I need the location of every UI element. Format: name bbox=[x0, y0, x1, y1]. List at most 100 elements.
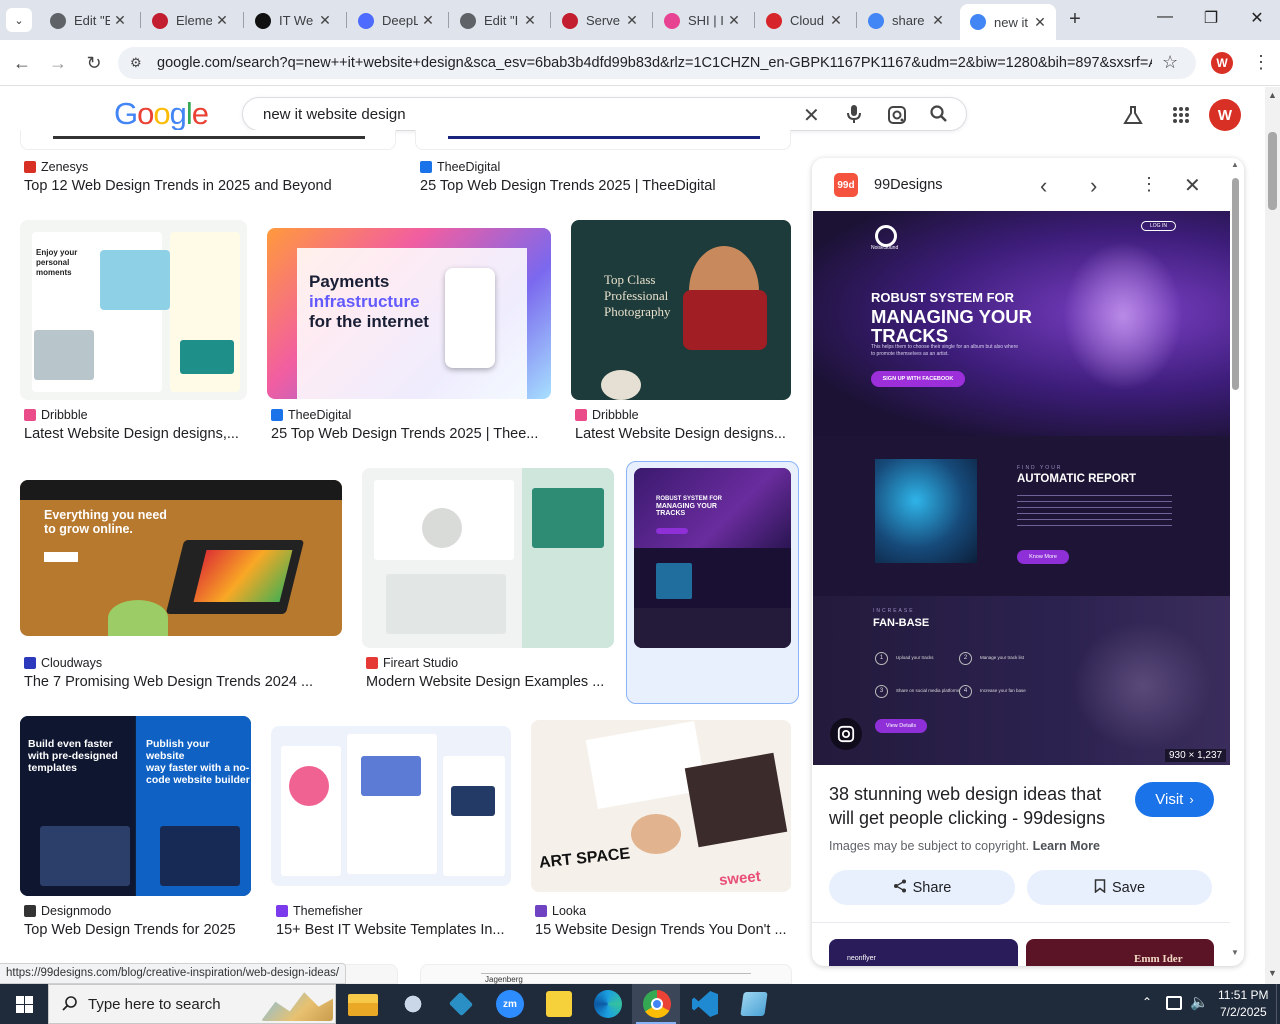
zoom-icon[interactable]: zm bbox=[496, 990, 524, 1018]
result-thumbnail-dribbble-travel[interactable]: Enjoy your personal moments bbox=[20, 220, 247, 400]
panel-scrollbar[interactable] bbox=[1232, 178, 1239, 390]
result-thumbnail[interactable] bbox=[20, 130, 396, 150]
notepad-icon[interactable] bbox=[740, 992, 768, 1016]
browser-tab[interactable]: Eleme ✕ bbox=[142, 5, 238, 36]
show-desktop-button[interactable] bbox=[1276, 984, 1280, 1024]
forward-button[interactable]: → bbox=[46, 51, 70, 75]
close-icon[interactable]: ✕ bbox=[110, 12, 130, 29]
result-source[interactable]: TheeDigital bbox=[271, 408, 351, 422]
result-source[interactable]: Dribbble bbox=[575, 408, 639, 422]
save-button[interactable]: Save bbox=[1027, 870, 1212, 905]
panel-title[interactable]: 38 stunning web design ideas that will g… bbox=[829, 782, 1129, 830]
browser-tab[interactable]: share ✕ bbox=[858, 5, 954, 36]
result-thumbnail-99designs[interactable]: ROBUST SYSTEM FOR MANAGING YOUR TRACKS bbox=[634, 468, 791, 648]
browser-tab[interactable]: Cloud ✕ bbox=[756, 5, 852, 36]
taskbar-date[interactable]: 7/2/2025 bbox=[1220, 1005, 1267, 1019]
browser-tab[interactable]: SHI | I ✕ bbox=[654, 5, 750, 36]
result-source[interactable]: Dribbble bbox=[24, 408, 88, 422]
result-title[interactable]: 15 Website Design Trends You Don't ... bbox=[535, 922, 790, 938]
search-submit-icon[interactable] bbox=[929, 104, 949, 124]
reload-button[interactable]: ↻ bbox=[82, 51, 106, 75]
result-thumbnail-fireart[interactable] bbox=[362, 468, 614, 648]
chrome-icon[interactable] bbox=[643, 990, 671, 1018]
volume-icon[interactable]: 🔈 bbox=[1190, 993, 1209, 1011]
result-thumbnail-cloudways[interactable]: Everything you need to grow online. bbox=[20, 480, 342, 636]
apps-grid-icon[interactable] bbox=[1172, 106, 1190, 124]
bookmark-star-icon[interactable]: ☆ bbox=[1162, 52, 1178, 73]
restore-button[interactable]: ❐ bbox=[1196, 8, 1226, 28]
file-explorer-icon[interactable] bbox=[348, 994, 378, 1016]
network-icon[interactable] bbox=[1166, 996, 1182, 1010]
result-thumbnail-payments[interactable]: Payments infrastructure for the internet bbox=[267, 228, 551, 399]
share-button[interactable]: Share bbox=[829, 870, 1015, 905]
related-image[interactable]: Emm Ider bbox=[1026, 939, 1214, 966]
preview-image[interactable]: NoiseSound LOG IN ROBUST SYSTEM FOR MANA… bbox=[813, 211, 1230, 765]
close-panel-button[interactable]: ✕ bbox=[1184, 173, 1201, 198]
result-thumbnail[interactable]: Jagenberg bbox=[420, 964, 792, 984]
browser-tab[interactable]: new it ✕ bbox=[960, 4, 1056, 40]
result-title[interactable]: Top Web Design Trends for 2025 bbox=[24, 922, 239, 938]
google-logo[interactable]: Google bbox=[114, 96, 209, 132]
result-source[interactable]: Looka bbox=[535, 904, 586, 918]
result-title[interactable]: 25 Top Web Design Trends 2025 | TheeDigi… bbox=[420, 178, 750, 194]
result-title[interactable]: Modern Website Design Examples ... bbox=[366, 674, 611, 690]
result-thumbnail-designmodo[interactable]: Build even faster with pre-designed temp… bbox=[20, 716, 251, 896]
close-icon[interactable]: ✕ bbox=[418, 12, 438, 29]
learn-more-link[interactable]: Learn More bbox=[1033, 839, 1100, 853]
sticky-notes-icon[interactable] bbox=[546, 991, 572, 1017]
back-button[interactable]: ← bbox=[10, 51, 34, 75]
tab-search-button[interactable]: ⌄ bbox=[6, 8, 32, 32]
close-icon[interactable]: ✕ bbox=[1030, 14, 1050, 31]
page-scroll-down[interactable]: ▼ bbox=[1268, 968, 1277, 978]
result-thumbnail-looka[interactable]: ART SPACE sweet bbox=[531, 720, 791, 892]
close-icon[interactable]: ✕ bbox=[826, 12, 846, 29]
taskbar-search-box[interactable]: Type here to search bbox=[48, 984, 336, 1024]
taskbar-time[interactable]: 11:51 PM bbox=[1218, 988, 1268, 1002]
browser-tab[interactable]: IT We ✕ bbox=[245, 5, 341, 36]
clear-search-icon[interactable]: ✕ bbox=[803, 103, 820, 128]
visit-button[interactable]: Visit › bbox=[1135, 782, 1214, 817]
close-icon[interactable]: ✕ bbox=[315, 12, 335, 29]
lens-image-search-button[interactable] bbox=[830, 718, 862, 750]
result-thumbnail-photography[interactable]: Top Class Professional Photography bbox=[571, 220, 791, 400]
start-button[interactable] bbox=[0, 984, 48, 1024]
page-scrollbar-thumb[interactable] bbox=[1268, 132, 1277, 210]
close-icon[interactable]: ✕ bbox=[724, 12, 744, 29]
result-source[interactable]: Cloudways bbox=[24, 656, 102, 670]
result-source[interactable]: Fireart Studio bbox=[366, 656, 458, 670]
browser-tab[interactable]: Edit "E ✕ bbox=[40, 5, 136, 36]
result-title[interactable]: The 7 Promising Web Design Trends 2024 .… bbox=[24, 674, 324, 690]
result-source[interactable]: Themefisher bbox=[276, 904, 362, 918]
labs-flask-icon[interactable] bbox=[1122, 104, 1144, 126]
result-thumbnail[interactable] bbox=[415, 130, 791, 150]
profile-avatar[interactable]: W bbox=[1211, 52, 1233, 74]
site-info-icon[interactable]: ⚙ bbox=[130, 55, 142, 71]
app-icon-diamond[interactable] bbox=[448, 991, 474, 1017]
panel-scroll-up[interactable]: ▲ bbox=[1231, 160, 1239, 169]
voice-search-icon[interactable] bbox=[846, 102, 862, 126]
result-title[interactable]: Latest Website Design designs,... bbox=[24, 426, 244, 442]
close-window-button[interactable]: ✕ bbox=[1242, 8, 1272, 28]
vscode-icon[interactable] bbox=[692, 991, 718, 1017]
lens-search-icon[interactable] bbox=[887, 105, 907, 125]
close-icon[interactable]: ✕ bbox=[928, 12, 948, 29]
result-thumbnail-themefisher[interactable] bbox=[271, 726, 511, 886]
result-source[interactable]: Zenesys bbox=[24, 160, 88, 174]
result-title[interactable]: 15+ Best IT Website Templates In... bbox=[276, 922, 511, 938]
close-icon[interactable]: ✕ bbox=[212, 12, 232, 29]
result-source[interactable]: TheeDigital bbox=[420, 160, 500, 174]
browser-menu-button[interactable]: ⋮ bbox=[1252, 52, 1270, 72]
minimize-button[interactable]: — bbox=[1150, 8, 1180, 26]
search-input[interactable]: new it website design bbox=[263, 106, 406, 123]
previous-image-button[interactable]: ‹ bbox=[1040, 173, 1047, 199]
panel-site-name[interactable]: 99Designs bbox=[874, 177, 943, 193]
panel-scroll-down[interactable]: ▼ bbox=[1231, 948, 1239, 957]
result-title[interactable]: 25 Top Web Design Trends 2025 | Thee... bbox=[271, 426, 541, 442]
related-image[interactable]: neonflyer bbox=[829, 939, 1018, 966]
next-image-button[interactable]: › bbox=[1090, 173, 1097, 199]
page-scroll-up[interactable]: ▲ bbox=[1268, 90, 1277, 100]
browser-tab[interactable]: DeepL ✕ bbox=[348, 5, 444, 36]
browser-tab[interactable]: Serve ✕ bbox=[552, 5, 648, 36]
app-icon-bird[interactable] bbox=[398, 990, 428, 1018]
more-options-button[interactable]: ⋮ bbox=[1140, 174, 1158, 195]
